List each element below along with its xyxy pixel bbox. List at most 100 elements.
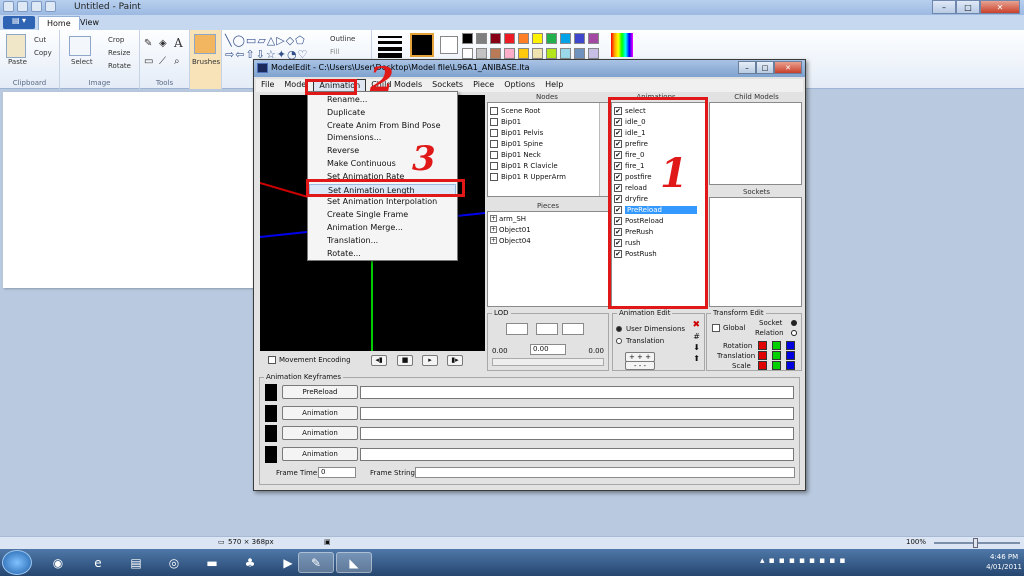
scale-z-button[interactable] (786, 361, 795, 370)
eraser-icon[interactable]: ▭ (144, 56, 153, 67)
keyframe-anim-button[interactable]: Animation (282, 426, 358, 440)
minimize-button[interactable]: – (932, 0, 956, 14)
hash-icon[interactable]: # (693, 332, 700, 341)
delete-icon[interactable]: ✖ (692, 320, 700, 330)
node-checkbox[interactable] (490, 172, 498, 181)
palette-swatch[interactable] (560, 48, 571, 59)
palette-swatch[interactable] (490, 48, 501, 59)
explorer-icon[interactable]: ▬ (194, 552, 230, 573)
keyframe-track[interactable] (360, 427, 794, 440)
color-picker-icon[interactable]: ⟋ (159, 56, 166, 67)
animation-menu-item[interactable]: Duplicate (309, 107, 456, 119)
palette-swatch[interactable] (588, 48, 599, 59)
expand-icon[interactable]: + (490, 226, 497, 233)
menu-piece[interactable]: Piece (468, 79, 499, 92)
palette-swatch[interactable] (546, 48, 557, 59)
lod-value-field[interactable]: 0.00 (530, 344, 566, 355)
paint-canvas[interactable] (3, 92, 255, 288)
anim-edit-stepper-2[interactable]: - - - (625, 361, 655, 370)
node-checkbox[interactable] (490, 128, 498, 137)
palette-swatch[interactable] (518, 48, 529, 59)
text-tool[interactable]: A (174, 36, 183, 50)
down-arrow-icon[interactable]: ⬇ (693, 343, 700, 352)
animation-menu-item[interactable]: Set Animation Interpolation (309, 196, 456, 208)
paint-menu-button[interactable]: ▤ ▾ (3, 16, 35, 29)
palette-swatch[interactable] (476, 48, 487, 59)
palette-swatch[interactable] (574, 48, 585, 59)
rotate-button[interactable]: Rotate (108, 62, 131, 70)
rotation-z-button[interactable] (786, 341, 795, 350)
node-item[interactable]: Bip01 (488, 116, 608, 127)
me-maximize-button[interactable]: □ (756, 61, 774, 74)
keyframe-track[interactable] (360, 447, 794, 461)
select-icon[interactable] (69, 36, 91, 56)
palette-swatch[interactable] (518, 33, 529, 44)
paint-taskbar-icon[interactable]: ✎ (298, 552, 334, 573)
animation-menu-item[interactable]: Rotate... (309, 248, 456, 260)
scale-y-button[interactable] (772, 361, 781, 370)
lod-slider[interactable] (492, 358, 604, 366)
rotation-x-button[interactable] (758, 341, 767, 350)
size-icon[interactable] (378, 34, 402, 58)
translation-x-button[interactable] (758, 351, 767, 360)
lod-field-2[interactable] (536, 323, 558, 335)
clock-time[interactable]: 4:46 PM (986, 552, 1022, 562)
user-dimensions-radio[interactable] (616, 326, 622, 332)
node-checkbox[interactable] (490, 139, 498, 148)
lod-field-1[interactable] (506, 323, 528, 335)
node-item[interactable]: Scene Root (488, 105, 608, 116)
undo-icon[interactable] (31, 1, 42, 12)
palette-swatch[interactable] (504, 33, 515, 44)
palette-swatch[interactable] (504, 48, 515, 59)
menu-file[interactable]: File (256, 79, 279, 92)
zoom-slider-thumb[interactable] (973, 538, 978, 548)
up-arrow-icon[interactable]: ⬆ (693, 354, 700, 363)
messenger-icon[interactable]: ♣ (232, 552, 268, 573)
global-checkbox[interactable] (712, 324, 720, 332)
system-tray-icons[interactable]: ▴▪▪▪▪▪▪▪▪ (760, 556, 849, 566)
pieces-tree[interactable]: + arm_SH + Object01 + Object04 (487, 211, 609, 307)
keyframe-anim-button[interactable]: Animation (282, 446, 358, 461)
node-item[interactable]: Bip01 Spine (488, 138, 608, 149)
node-item[interactable]: Bip01 Neck (488, 149, 608, 160)
palette-swatch[interactable] (462, 48, 473, 59)
redo-icon[interactable] (45, 1, 56, 12)
palette-swatch[interactable] (532, 48, 543, 59)
paste-button[interactable]: Paste (8, 58, 27, 66)
start-button[interactable] (2, 550, 32, 575)
relation-radio[interactable] (791, 330, 797, 336)
keyframe-track[interactable] (360, 386, 794, 399)
me-close-button[interactable]: ✕ (774, 61, 802, 74)
keyframe-track[interactable] (360, 406, 794, 420)
palette-swatch[interactable] (532, 33, 543, 44)
palette-swatch[interactable] (490, 33, 501, 44)
animation-menu-item[interactable]: Create Anim From Bind Pose (309, 120, 456, 132)
paint-app-icon[interactable] (3, 1, 14, 12)
keyframe-anim-button[interactable]: PreReload (282, 385, 358, 399)
animation-menu-item[interactable]: Animation Merge... (309, 222, 456, 234)
piece-item[interactable]: + Object01 (488, 224, 608, 235)
node-item[interactable]: Bip01 Pelvis (488, 127, 608, 138)
color1-swatch[interactable] (410, 33, 434, 57)
forward-button[interactable]: ▮▸ (447, 355, 463, 366)
node-checkbox[interactable] (490, 106, 498, 115)
palette-swatch[interactable] (476, 33, 487, 44)
node-checkbox[interactable] (490, 150, 498, 159)
media-player-icon[interactable]: ◎ (156, 552, 192, 573)
magnifier-icon[interactable]: ⌕ (174, 56, 180, 67)
palette-swatch[interactable] (588, 33, 599, 44)
piece-item[interactable]: + Object04 (488, 235, 608, 246)
brushes-group[interactable]: Brushes (190, 30, 222, 89)
translation-z-button[interactable] (786, 351, 795, 360)
expand-icon[interactable]: + (490, 237, 497, 244)
clock-date[interactable]: 4/01/2011 (986, 562, 1022, 572)
keyframe-anim-button[interactable]: Animation (282, 405, 358, 420)
translation-radio[interactable] (616, 338, 622, 344)
rewind-button[interactable]: ◂▮ (371, 355, 387, 366)
frame-time-field[interactable]: 0 (318, 467, 356, 478)
shapes-gallery[interactable]: ╲◯▭▱△▷◇⬠ (225, 34, 306, 47)
sockets-list[interactable] (709, 197, 802, 307)
rotation-y-button[interactable] (772, 341, 781, 350)
palette-swatch[interactable] (574, 33, 585, 44)
scale-x-button[interactable] (758, 361, 767, 370)
